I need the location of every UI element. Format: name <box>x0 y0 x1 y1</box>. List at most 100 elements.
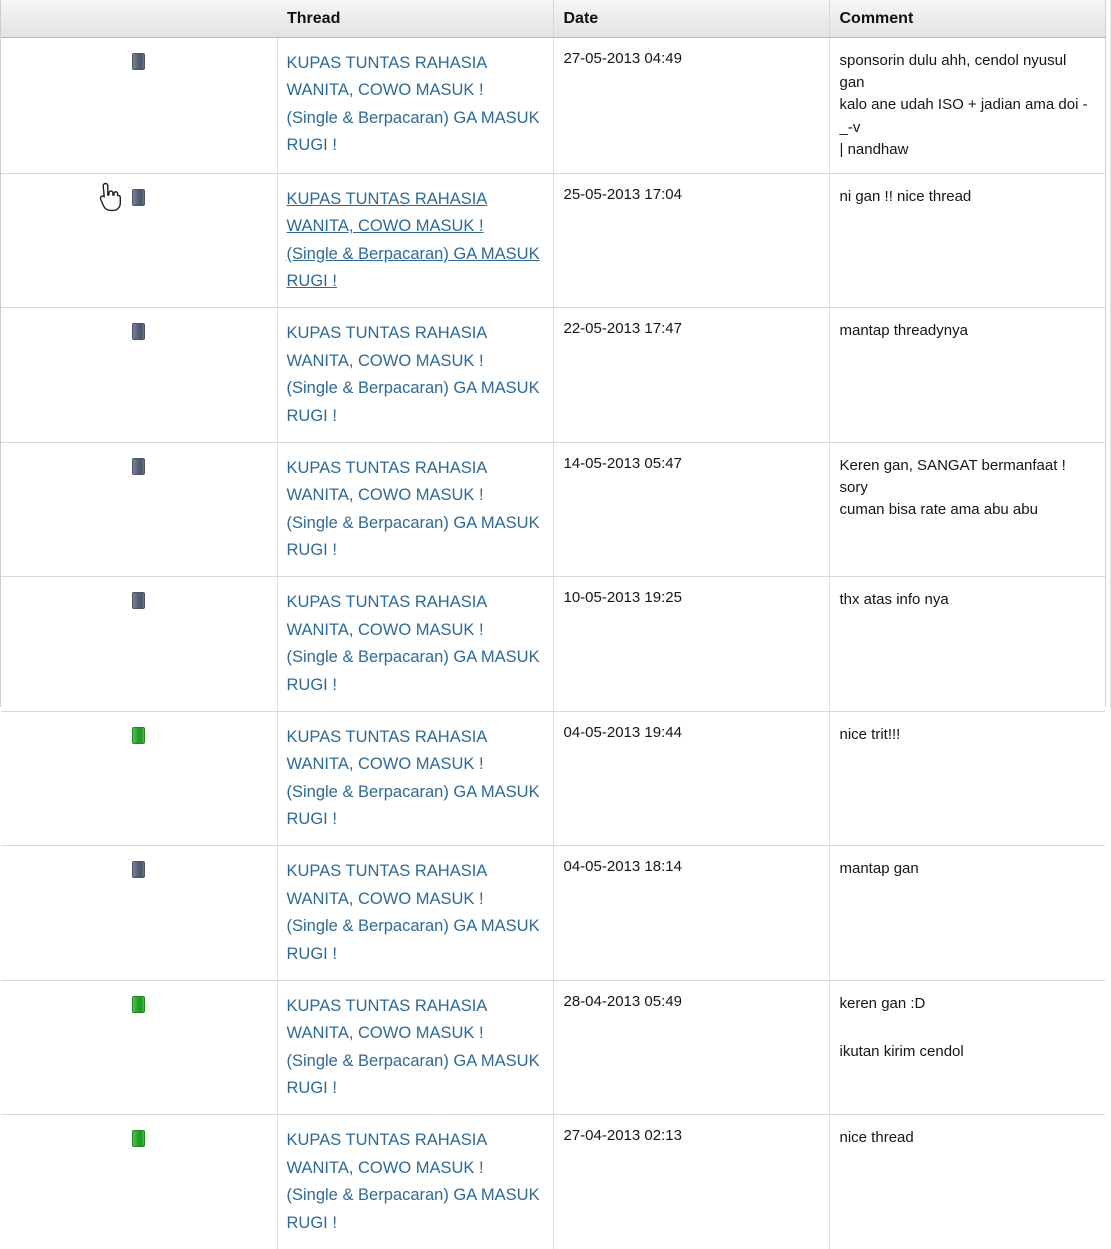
thread-title-line-2: (Single & Berpacaran) GA MASUK RUGI ! <box>286 244 540 291</box>
thread-title-line-2: (Single & Berpacaran) GA MASUK RUGI ! <box>286 917 540 963</box>
thread-status-icon-green <box>132 726 146 744</box>
thread-status-icon-gray <box>132 323 146 341</box>
table-row[interactable]: KUPAS TUNTAS RAHASIA WANITA, COWO MASUK … <box>1 173 1105 309</box>
table-row[interactable]: KUPAS TUNTAS RAHASIA WANITA, COWO MASUK … <box>1 980 1105 1116</box>
column-header-icon <box>1 0 277 38</box>
thread-title-line-2: (Single & Berpacaran) GA MASUK RUGI ! <box>286 108 540 155</box>
thread-status-icon-gray <box>132 53 146 70</box>
table-row[interactable]: KUPAS TUNTAS RAHASIA WANITA, COWO MASUK … <box>1 845 1105 981</box>
thread-comment-cell: nice trit!!! <box>829 711 1105 847</box>
comment-line: Keren gan, SANGAT bermanfaat ! sory <box>839 456 1066 497</box>
comment-blank-line <box>840 1015 1094 1041</box>
thread-title-link[interactable]: KUPAS TUNTAS RAHASIA WANITA, COWO MASUK … <box>287 186 541 296</box>
comment-line: mantap threadynya <box>839 322 968 340</box>
thread-comment-cell: sponsorin dulu ahh, cendol nyusul gan kal… <box>829 37 1105 174</box>
comment-line: sponsorin dulu ahh, cendol nyusul gan <box>839 52 1067 92</box>
thread-title-cell: KUPAS TUNTAS RAHASIA WANITA, COWO MASUK … <box>277 307 554 443</box>
thread-title-cell: KUPAS TUNTAS RAHASIA WANITA, COWO MASUK … <box>277 37 554 174</box>
column-header-thread[interactable]: Thread <box>277 0 554 38</box>
thread-title-link[interactable]: KUPAS TUNTAS RAHASIA WANITA, COWO MASUK … <box>287 589 541 699</box>
thread-date-cell: 27-04-2013 02:13 <box>553 1114 830 1249</box>
thread-table: Thread Date Comment KUPAS TUNTAS RAHASIA… <box>1 0 1105 1249</box>
thread-status-cell <box>1 845 278 981</box>
thread-comment-cell: mantap gan <box>829 845 1105 981</box>
thread-date-cell: 10-05-2013 19:25 <box>553 576 830 712</box>
thread-title-cell: KUPAS TUNTAS RAHASIA WANITA, COWO MASUK … <box>277 173 554 309</box>
thread-list-page: Thread Date Comment KUPAS TUNTAS RAHASIA… <box>0 0 1111 1249</box>
thread-title-link[interactable]: KUPAS TUNTAS RAHASIA WANITA, COWO MASUK … <box>287 320 541 430</box>
table-body: KUPAS TUNTAS RAHASIA WANITA, COWO MASUK … <box>1 37 1105 1249</box>
thread-title-cell: KUPAS TUNTAS RAHASIA WANITA, COWO MASUK … <box>277 711 554 847</box>
thread-date-cell: 25-05-2013 17:04 <box>553 173 830 309</box>
thread-date-cell: 27-05-2013 04:49 <box>553 37 830 174</box>
thread-comment-cell: nice thread <box>829 1114 1105 1249</box>
thread-date-cell: 04-05-2013 19:44 <box>553 711 830 847</box>
thread-status-cell <box>1 173 278 309</box>
thread-title-link[interactable]: KUPAS TUNTAS RAHASIA WANITA, COWO MASUK … <box>287 50 541 160</box>
thread-status-icon-green <box>132 1130 146 1148</box>
thread-title-line-1: KUPAS TUNTAS RAHASIA WANITA, COWO MASUK … <box>286 727 487 774</box>
thread-status-cell <box>1 307 278 443</box>
frame-border-right <box>1105 0 1106 707</box>
table-row[interactable]: KUPAS TUNTAS RAHASIA WANITA, COWO MASUK … <box>1 37 1105 174</box>
column-header-date[interactable]: Date <box>553 0 830 38</box>
thread-status-icon-gray <box>132 861 146 879</box>
comment-line: thx atas info nya <box>839 591 949 609</box>
thread-title-link[interactable]: KUPAS TUNTAS RAHASIA WANITA, COWO MASUK … <box>287 1127 541 1237</box>
table-row[interactable]: KUPAS TUNTAS RAHASIA WANITA, COWO MASUK … <box>1 307 1105 443</box>
thread-title-line-1: KUPAS TUNTAS RAHASIA WANITA, COWO MASUK … <box>286 189 488 236</box>
thread-comment-cell: mantap threadynya <box>829 307 1105 443</box>
comment-line: ikutan kirim cendol <box>839 1043 964 1061</box>
thread-status-icon-gray <box>132 592 146 610</box>
thread-title-link[interactable]: KUPAS TUNTAS RAHASIA WANITA, COWO MASUK … <box>287 993 541 1103</box>
thread-status-icon-gray <box>132 188 146 206</box>
thread-title-link[interactable]: KUPAS TUNTAS RAHASIA WANITA, COWO MASUK … <box>287 455 541 565</box>
table-row[interactable]: KUPAS TUNTAS RAHASIA WANITA, COWO MASUK … <box>1 711 1105 847</box>
thread-title-line-2: (Single & Berpacaran) GA MASUK RUGI ! <box>286 648 540 694</box>
thread-status-cell <box>1 576 278 712</box>
comment-line: nice trit!!! <box>839 725 901 743</box>
thread-title-line-1: KUPAS TUNTAS RAHASIA WANITA, COWO MASUK … <box>286 54 487 100</box>
thread-title-line-2: (Single & Berpacaran) GA MASUK RUGI ! <box>286 513 540 560</box>
thread-title-line-1: KUPAS TUNTAS RAHASIA WANITA, COWO MASUK … <box>286 862 487 908</box>
table-header-row: Thread Date Comment <box>1 0 1105 38</box>
column-header-comment[interactable]: Comment <box>829 0 1105 38</box>
thread-status-cell <box>1 442 278 578</box>
comment-line: ni gan !! nice thread <box>839 187 972 205</box>
thread-title-link[interactable]: KUPAS TUNTAS RAHASIA WANITA, COWO MASUK … <box>287 858 541 968</box>
thread-date-cell: 14-05-2013 05:47 <box>553 442 830 578</box>
comment-line: | nandhaw <box>839 140 909 158</box>
comment-line: nice thread <box>839 1129 914 1147</box>
thread-comment-cell: thx atas info nya <box>829 576 1105 712</box>
thread-title-link[interactable]: KUPAS TUNTAS RAHASIA WANITA, COWO MASUK … <box>287 724 541 834</box>
thread-title-cell: KUPAS TUNTAS RAHASIA WANITA, COWO MASUK … <box>277 576 554 712</box>
table-header: Thread Date Comment <box>1 0 1105 38</box>
thread-date-cell: 22-05-2013 17:47 <box>553 307 830 443</box>
thread-title-line-2: (Single & Berpacaran) GA MASUK RUGI ! <box>286 1186 540 1232</box>
thread-status-cell <box>1 711 278 847</box>
comment-line: mantap gan <box>839 860 919 878</box>
thread-title-line-1: KUPAS TUNTAS RAHASIA WANITA, COWO MASUK … <box>286 458 487 505</box>
thread-status-cell <box>1 37 278 174</box>
thread-title-line-2: (Single & Berpacaran) GA MASUK RUGI ! <box>286 379 540 425</box>
table-row[interactable]: KUPAS TUNTAS RAHASIA WANITA, COWO MASUK … <box>1 1114 1105 1249</box>
thread-title-line-1: KUPAS TUNTAS RAHASIA WANITA, COWO MASUK … <box>286 593 487 639</box>
thread-title-cell: KUPAS TUNTAS RAHASIA WANITA, COWO MASUK … <box>277 980 554 1116</box>
thread-date-cell: 04-05-2013 18:14 <box>553 845 830 981</box>
thread-date-cell: 28-04-2013 05:49 <box>553 980 830 1116</box>
thread-status-icon-green <box>132 995 146 1013</box>
comment-line: kalo ane udah ISO + jadian ama doi -_-v <box>839 96 1088 136</box>
thread-comment-cell: Keren gan, SANGAT bermanfaat ! sory cuman… <box>829 442 1105 578</box>
table-row[interactable]: KUPAS TUNTAS RAHASIA WANITA, COWO MASUK … <box>1 576 1105 712</box>
comment-line: keren gan :D <box>839 994 926 1012</box>
thread-comment-cell: keren gan :D ikutan kirim cendol <box>829 980 1105 1116</box>
thread-title-cell: KUPAS TUNTAS RAHASIA WANITA, COWO MASUK … <box>277 845 554 981</box>
table-row[interactable]: KUPAS TUNTAS RAHASIA WANITA, COWO MASUK … <box>1 442 1105 578</box>
thread-status-icon-gray <box>132 457 146 475</box>
thread-title-line-2: (Single & Berpacaran) GA MASUK RUGI ! <box>286 782 540 829</box>
thread-title-line-2: (Single & Berpacaran) GA MASUK RUGI ! <box>286 1051 540 1098</box>
thread-status-cell <box>1 980 278 1116</box>
comment-line: cuman bisa rate ama abu abu <box>839 501 1038 519</box>
thread-title-line-1: KUPAS TUNTAS RAHASIA WANITA, COWO MASUK … <box>286 324 487 370</box>
thread-title-cell: KUPAS TUNTAS RAHASIA WANITA, COWO MASUK … <box>277 1114 554 1249</box>
